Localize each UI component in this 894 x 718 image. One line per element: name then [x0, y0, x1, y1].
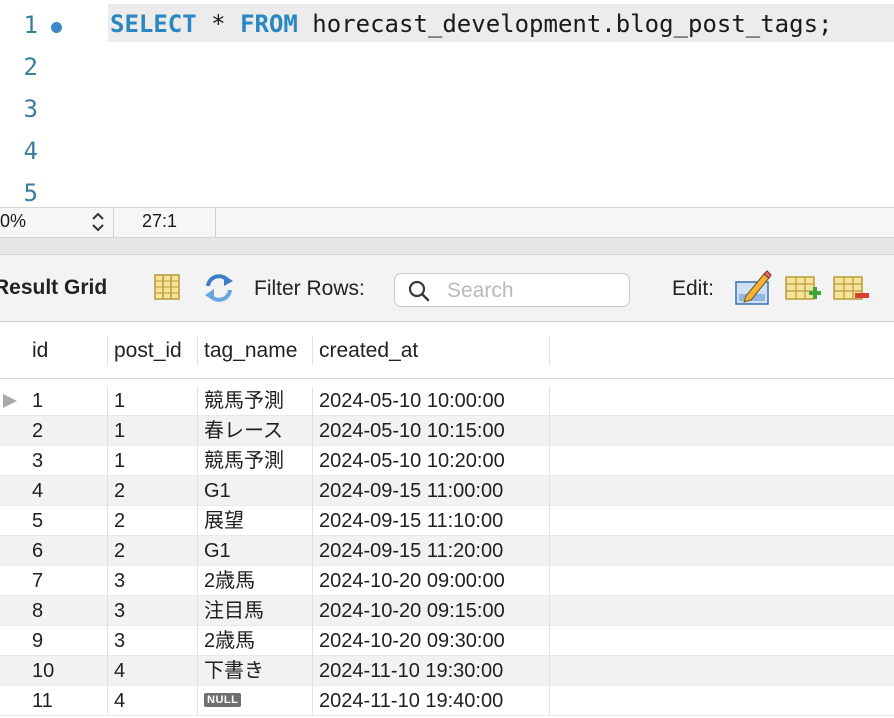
search-icon — [408, 280, 430, 302]
line-number: 1 — [23, 11, 38, 39]
code-line-1[interactable]: 1 SELECT * FROM horecast_development.blo… — [0, 4, 894, 46]
cell-id[interactable]: 3 — [26, 446, 108, 476]
line-number: 5 — [23, 179, 38, 207]
cell-id[interactable]: 6 — [26, 536, 108, 566]
cell-tag-name[interactable]: 競馬予測 — [198, 386, 313, 416]
sql-table-name: horecast_development.blog_post_tags; — [297, 10, 833, 38]
cell-created-at[interactable]: 2024-09-15 11:10:00 — [313, 506, 550, 536]
table-row[interactable]: 6 2 G1 2024-09-15 11:20:00 — [0, 536, 894, 566]
table-row[interactable]: 3 1 競馬予測 2024-05-10 10:20:00 — [0, 446, 894, 476]
editor-status-bar: 0% 27:1 — [0, 207, 894, 238]
cell-created-at[interactable]: 2024-05-10 10:00:00 — [313, 386, 550, 416]
line-number: 2 — [23, 53, 38, 81]
cell-id[interactable]: 8 — [26, 596, 108, 626]
cell-post-id[interactable]: 4 — [108, 656, 198, 686]
cell-post-id[interactable]: 1 — [108, 446, 198, 476]
column-header-tag-name[interactable]: tag_name — [198, 336, 313, 366]
cell-created-at[interactable]: 2024-09-15 11:20:00 — [313, 536, 550, 566]
form-editor-icon[interactable] — [153, 273, 181, 301]
cell-id[interactable]: 2 — [26, 416, 108, 446]
result-toolbar: Result Grid Filter Rows: Edit: — [0, 255, 894, 322]
cell-tag-name[interactable]: G1 — [198, 536, 313, 566]
filter-search-input[interactable] — [445, 277, 624, 305]
cell-post-id[interactable]: 4 — [108, 686, 198, 716]
cell-created-at[interactable]: 2024-05-10 10:20:00 — [313, 446, 550, 476]
cell-created-at[interactable]: 2024-10-20 09:15:00 — [313, 596, 550, 626]
delete-row-icon[interactable] — [832, 274, 870, 304]
cell-tag-name[interactable]: G1 — [198, 476, 313, 506]
cell-id[interactable]: 10 — [26, 656, 108, 686]
cell-post-id[interactable]: 3 — [108, 596, 198, 626]
grid-header: id post_id tag_name created_at — [0, 322, 894, 379]
cell-id[interactable]: 11 — [26, 686, 108, 716]
table-row[interactable]: 11 4 NULL 2024-11-10 19:40:00 — [0, 686, 894, 716]
cell-tag-name[interactable]: 競馬予測 — [198, 446, 313, 476]
cell-tag-name[interactable]: 2歳馬 — [198, 626, 313, 656]
null-badge: NULL — [204, 693, 242, 708]
table-row[interactable]: 10 4 下書き 2024-11-10 19:30:00 — [0, 656, 894, 686]
cell-post-id[interactable]: 2 — [108, 506, 198, 536]
cell-id[interactable]: 9 — [26, 626, 108, 656]
sql-editor[interactable]: 1 SELECT * FROM horecast_development.blo… — [0, 0, 894, 207]
table-row[interactable]: 5 2 展望 2024-09-15 11:10:00 — [0, 506, 894, 536]
edit-cell-icon[interactable] — [734, 270, 772, 306]
table-row[interactable]: 7 3 2歳馬 2024-10-20 09:00:00 — [0, 566, 894, 596]
cell-post-id[interactable]: 2 — [108, 536, 198, 566]
cell-post-id[interactable]: 3 — [108, 626, 198, 656]
table-row[interactable]: 1 1 競馬予測 2024-05-10 10:00:00 — [0, 386, 894, 416]
cell-tag-name[interactable]: 下書き — [198, 656, 313, 686]
cell-created-at[interactable]: 2024-11-10 19:30:00 — [313, 656, 550, 686]
table-row[interactable]: 4 2 G1 2024-09-15 11:00:00 — [0, 476, 894, 506]
add-row-icon[interactable] — [784, 274, 822, 304]
line-number: 3 — [23, 95, 38, 123]
cell-created-at[interactable]: 2024-05-10 10:15:00 — [313, 416, 550, 446]
table-row[interactable]: 2 1 春レース 2024-05-10 10:15:00 — [0, 416, 894, 446]
code-line-4[interactable]: 4 — [0, 130, 894, 172]
sql-keyword-select: SELECT — [110, 10, 197, 38]
refresh-icon[interactable] — [202, 272, 236, 304]
line-number: 4 — [23, 137, 38, 165]
cell-created-at[interactable]: 2024-09-15 11:00:00 — [313, 476, 550, 506]
code-line-3[interactable]: 3 — [0, 88, 894, 130]
result-grid-tab[interactable]: Result Grid — [0, 276, 107, 300]
cell-created-at[interactable]: 2024-10-20 09:30:00 — [313, 626, 550, 656]
edit-label: Edit: — [672, 277, 715, 300]
cell-tag-name[interactable]: 展望 — [198, 506, 313, 536]
cell-created-at[interactable]: 2024-11-10 19:40:00 — [313, 686, 550, 716]
sql-keyword-from: FROM — [240, 10, 298, 38]
cell-tag-name[interactable]: 注目馬 — [198, 596, 313, 626]
cell-post-id[interactable]: 1 — [108, 386, 198, 416]
panel-splitter[interactable] — [0, 238, 894, 255]
filter-rows-label: Filter Rows: — [254, 277, 365, 300]
cursor-position-value: 27:1 — [142, 211, 178, 231]
sql-statement[interactable]: SELECT * FROM horecast_development.blog_… — [108, 4, 894, 42]
column-header-post-id[interactable]: post_id — [108, 336, 198, 366]
row-pointer-icon — [3, 394, 17, 408]
cell-post-id[interactable]: 3 — [108, 566, 198, 596]
cell-id[interactable]: 5 — [26, 506, 108, 536]
zoom-value: 0% — [0, 211, 27, 231]
code-line-2[interactable]: 2 — [0, 46, 894, 88]
cell-tag-name[interactable]: NULL — [198, 686, 313, 716]
table-row[interactable]: 8 3 注目馬 2024-10-20 09:15:00 — [0, 596, 894, 626]
code-line-5[interactable]: 5 — [0, 172, 894, 207]
cell-post-id[interactable]: 2 — [108, 476, 198, 506]
cell-tag-name[interactable]: 2歳馬 — [198, 566, 313, 596]
cell-id[interactable]: 7 — [26, 566, 108, 596]
up-down-chevron-icon[interactable] — [90, 210, 106, 234]
result-grid[interactable]: id post_id tag_name created_at 1 1 競馬予測 202… — [0, 322, 894, 718]
cell-post-id[interactable]: 1 — [108, 416, 198, 446]
sql-operator: * — [196, 10, 241, 38]
cell-tag-name[interactable]: 春レース — [198, 416, 313, 446]
cursor-position: 27:1 — [114, 208, 216, 237]
cell-id[interactable]: 4 — [26, 476, 108, 506]
filter-search-box[interactable] — [394, 273, 630, 307]
column-header-created-at[interactable]: created_at — [313, 336, 550, 366]
table-row[interactable]: 9 3 2歳馬 2024-10-20 09:30:00 — [0, 626, 894, 656]
cell-created-at[interactable]: 2024-10-20 09:00:00 — [313, 566, 550, 596]
statement-marker-icon — [51, 22, 62, 33]
cell-id[interactable]: 1 — [26, 386, 108, 416]
zoom-select[interactable]: 0% — [0, 208, 114, 237]
column-header-id[interactable]: id — [26, 336, 108, 366]
